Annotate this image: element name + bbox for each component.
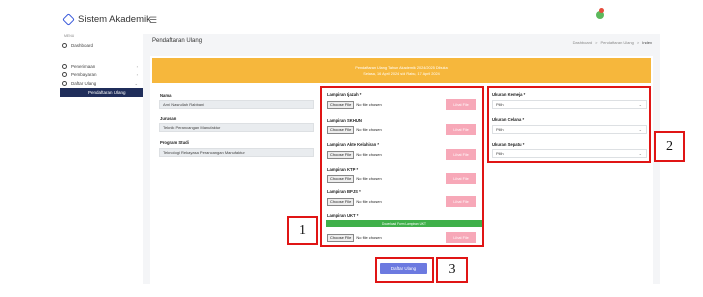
app-name: Sistem Akademik (78, 14, 151, 25)
breadcrumb-separator: > (636, 40, 640, 45)
menu-toggle-icon[interactable]: ☰ (149, 15, 157, 26)
annotation-box-submit (375, 257, 434, 283)
annotation-label-2: 2 (654, 131, 685, 162)
sidebar-section-label: MENU (64, 34, 75, 38)
chevron-right-icon: › (136, 72, 138, 77)
breadcrumb-current: Index (642, 40, 652, 45)
sidebar-item-dashboard[interactable]: Dashboard (62, 41, 142, 50)
breadcrumb-dashboard[interactable]: Dashboard (573, 40, 593, 45)
nama-label: Nama (160, 93, 172, 98)
chevron-right-icon: › (136, 64, 138, 69)
annotation-label-1: 1 (287, 216, 318, 245)
circle-icon (62, 72, 67, 77)
breadcrumb-separator: > (595, 40, 598, 45)
sidebar-item-daftar-ulang[interactable]: Daftar Ulang ⌄ (62, 79, 142, 88)
chevron-down-icon: ⌄ (134, 81, 138, 86)
logo-icon (62, 13, 75, 26)
sidebar-item-label: Pembayaran (71, 72, 97, 77)
sidebar-item-label: Penerimaan (71, 64, 96, 69)
circle-icon (62, 43, 67, 48)
sidebar-item-label: Dashboard (71, 43, 94, 48)
circle-icon (62, 81, 67, 86)
sidebar-item-label: Daftar Ulang (71, 81, 97, 86)
prodi-field: Teknologi Rekayasa Perancangan Manufaktu… (159, 148, 314, 157)
jurusan-field: Teknik Perancangan Manufaktur (159, 123, 314, 132)
circle-icon (62, 64, 67, 69)
prodi-label: Program Studi (160, 140, 189, 145)
top-bar: Sistem Akademik ☰ (0, 0, 703, 34)
banner-line-2: Selasa, 16 April 2024 s/d Rabu, 17 April… (363, 72, 440, 76)
info-banner: Pendaftaran Ulang Tahun Akademik 2024/20… (152, 58, 651, 83)
sidebar: MENU Dashboard Penerimaan › Pembayaran ›… (57, 34, 143, 297)
brand[interactable]: Sistem Akademik (62, 13, 151, 26)
annotation-box-sizes (487, 86, 651, 163)
sidebar-item-pembayaran[interactable]: Pembayaran › (62, 70, 142, 79)
sidebar-subitem-pendaftaran-ulang[interactable]: Pendaftaran Ulang (60, 88, 143, 97)
annotation-box-uploads (320, 86, 484, 247)
nama-field: Arni Nasrullah Rabbani (159, 100, 314, 109)
breadcrumb-pendaftaran-ulang[interactable]: Pendaftaran Ulang (601, 40, 634, 45)
breadcrumb: Dashboard > Pendaftaran Ulang > Index (573, 40, 652, 45)
annotation-label-3: 3 (436, 257, 468, 283)
page-title: Pendaftaran Ulang (152, 38, 203, 44)
user-avatar[interactable] (596, 8, 604, 19)
jurusan-label: Jurusan (160, 116, 177, 121)
